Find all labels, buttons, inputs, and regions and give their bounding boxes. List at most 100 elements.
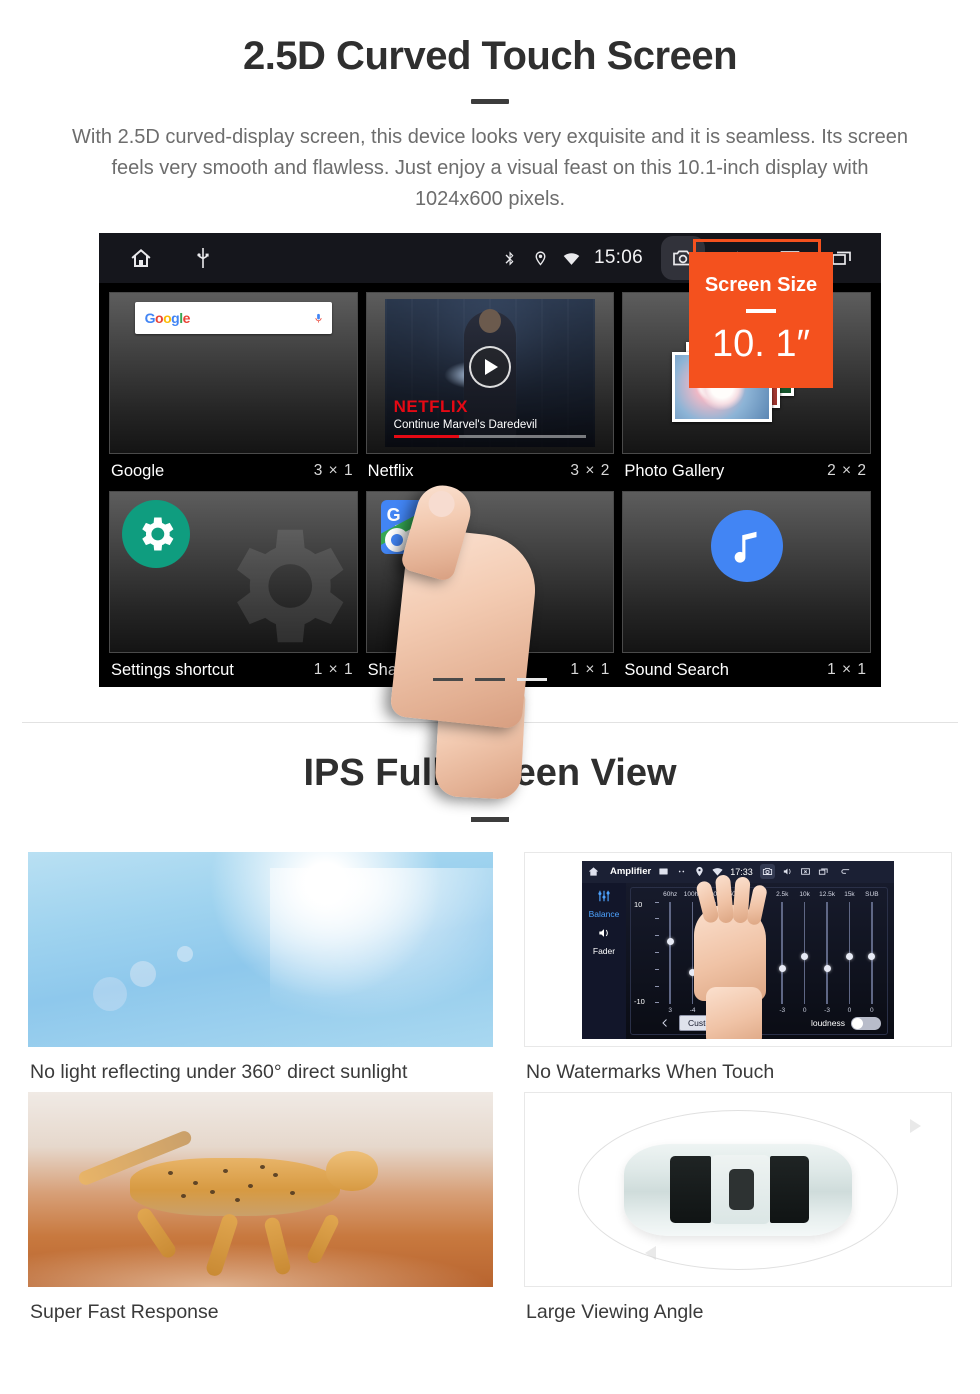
widget-size: 1 × 1 xyxy=(570,661,611,678)
badge-label: Screen Size xyxy=(704,274,818,296)
rotation-arrow-top xyxy=(910,1119,921,1133)
band-label: 10k xyxy=(799,890,810,898)
loudness-control[interactable]: loudness xyxy=(811,1016,881,1030)
badge-divider xyxy=(746,309,776,313)
volume-icon[interactable] xyxy=(782,866,793,877)
netflix-artwork: NETFLIX Continue Marvel's Daredevil xyxy=(384,299,596,447)
cheetah-body xyxy=(130,1158,341,1217)
location-icon xyxy=(532,250,549,267)
home-icon[interactable] xyxy=(129,246,153,270)
usb-icon xyxy=(191,246,215,270)
section2-underline xyxy=(471,817,509,822)
status-bar-clock: 15:06 xyxy=(593,247,643,268)
share-location-widget[interactable]: G xyxy=(365,491,615,653)
section-paragraph: With 2.5D curved-display screen, this de… xyxy=(72,126,908,210)
amplifier-body: Balance Fader 60hz 100hz 200hz 500hz xyxy=(582,873,894,1039)
band-label: SUB xyxy=(865,890,879,898)
amplifier-title: Amplifier xyxy=(610,866,652,877)
band-value: 0 xyxy=(802,1006,807,1014)
location-icon xyxy=(696,866,703,877)
page-dot-2[interactable] xyxy=(475,678,505,681)
page-dot-1[interactable] xyxy=(433,678,463,681)
page-indicator[interactable] xyxy=(433,678,547,681)
feature-caption: No Watermarks When Touch xyxy=(526,1061,775,1083)
band-slider[interactable] xyxy=(793,901,815,1004)
feature-card-sunlight: No light reflecting under 360° direct su… xyxy=(28,852,493,1084)
microphone-icon[interactable] xyxy=(313,311,324,326)
section2-title: IPS Full Screen View xyxy=(303,752,677,794)
band-value: 0 xyxy=(847,1006,852,1014)
more-icon[interactable] xyxy=(676,866,687,877)
play-button[interactable] xyxy=(468,346,511,389)
rear-windshield xyxy=(769,1156,809,1223)
sliders-icon[interactable] xyxy=(595,889,613,903)
ips-full-screen-section: IPS Full Screen View No light reflecting… xyxy=(0,752,980,1323)
widget-name: Netflix xyxy=(367,461,414,480)
section-divider xyxy=(22,722,958,723)
previous-preset-icon[interactable] xyxy=(659,1017,673,1029)
profile-pin-icon xyxy=(384,528,409,552)
widget-cell-settings-shortcut[interactable]: Settings shortcut 1 × 1 xyxy=(107,488,360,687)
front-windshield xyxy=(669,1156,711,1223)
bluetooth-icon xyxy=(501,250,518,267)
widget-cell-share-location[interactable]: G Share location 1 × 1 xyxy=(364,488,617,687)
dust-cloud xyxy=(28,1243,493,1287)
google-maps-icon[interactable]: G xyxy=(380,500,443,554)
sound-search-widget[interactable] xyxy=(622,491,871,653)
gallery-icon[interactable] xyxy=(658,866,669,877)
feature-card-fast-response: Super Fast Response xyxy=(28,1092,493,1324)
music-note-icon[interactable] xyxy=(710,510,783,582)
widget-cell-netflix[interactable]: NETFLIX Continue Marvel's Daredevil Netf… xyxy=(364,289,617,488)
widget-label-row: Photo Gallery 2 × 2 xyxy=(620,454,873,488)
feature-caption: No light reflecting under 360° direct su… xyxy=(30,1061,408,1083)
widget-name: Sound Search xyxy=(624,660,729,679)
speaker-icon[interactable] xyxy=(596,926,612,940)
sidebar-item-balance[interactable]: Balance xyxy=(582,909,626,919)
sidebar-item-fader[interactable]: Fader xyxy=(582,946,626,956)
home-icon[interactable] xyxy=(588,866,599,877)
loudness-toggle[interactable] xyxy=(851,1016,881,1030)
band-value: -3 xyxy=(824,1006,830,1014)
feature-card-grid: No light reflecting under 360° direct su… xyxy=(28,852,952,1324)
car-top-view-image xyxy=(524,1092,952,1287)
band-label: 2.5k xyxy=(776,890,789,898)
car-body xyxy=(624,1143,852,1236)
title-underline xyxy=(471,99,509,104)
amplifier-ui: Amplifier 17:33 Balance Fader 60hz 100hz… xyxy=(582,860,894,1039)
band-value: -3 xyxy=(779,1006,786,1014)
sun-ray xyxy=(269,867,493,1038)
netflix-widget[interactable]: NETFLIX Continue Marvel's Daredevil xyxy=(365,292,615,454)
widget-cell-google[interactable]: Google Google 3 × 1 xyxy=(107,289,360,488)
widget-size: 2 × 2 xyxy=(827,462,867,479)
page-dot-3[interactable] xyxy=(517,678,547,681)
recent-apps-icon[interactable] xyxy=(818,866,829,877)
running-cheetah-image xyxy=(28,1092,493,1287)
widget-name: Settings shortcut xyxy=(111,660,234,679)
widget-name: Share location xyxy=(367,660,474,679)
page-title: 2.5D Curved Touch Screen xyxy=(242,34,738,78)
back-icon[interactable] xyxy=(840,866,851,877)
band-slider[interactable] xyxy=(838,901,860,1004)
band-labels: 60hz 100hz 200hz 500hz 1k 2.5k 10k 12.5k… xyxy=(659,891,883,898)
widget-cell-sound-search[interactable]: Sound Search 1 × 1 xyxy=(620,488,873,687)
camera-icon[interactable] xyxy=(759,864,775,879)
band-slider[interactable] xyxy=(659,901,681,1004)
settings-shortcut-widget[interactable] xyxy=(109,491,358,653)
google-search-bar[interactable]: Google xyxy=(134,302,332,334)
widget-size: 1 × 1 xyxy=(827,661,867,678)
widget-name: Photo Gallery xyxy=(624,461,725,480)
google-g-letter: G xyxy=(386,505,401,525)
close-icon[interactable] xyxy=(800,866,811,877)
scale-max: 10 xyxy=(634,899,643,909)
band-value: 3 xyxy=(668,1006,673,1014)
widget-size: 1 × 1 xyxy=(313,661,354,678)
band-slider[interactable] xyxy=(771,901,793,1004)
equalizer-footer: Custom loudness xyxy=(659,1015,881,1032)
cheetah-head xyxy=(325,1150,378,1191)
gear-icon[interactable] xyxy=(122,500,190,568)
hand-wrist xyxy=(706,986,762,1039)
band-slider[interactable] xyxy=(816,901,838,1004)
band-slider[interactable] xyxy=(861,901,883,1004)
google-search-widget[interactable]: Google xyxy=(109,292,358,454)
rotation-arrow-bottom xyxy=(645,1246,656,1260)
